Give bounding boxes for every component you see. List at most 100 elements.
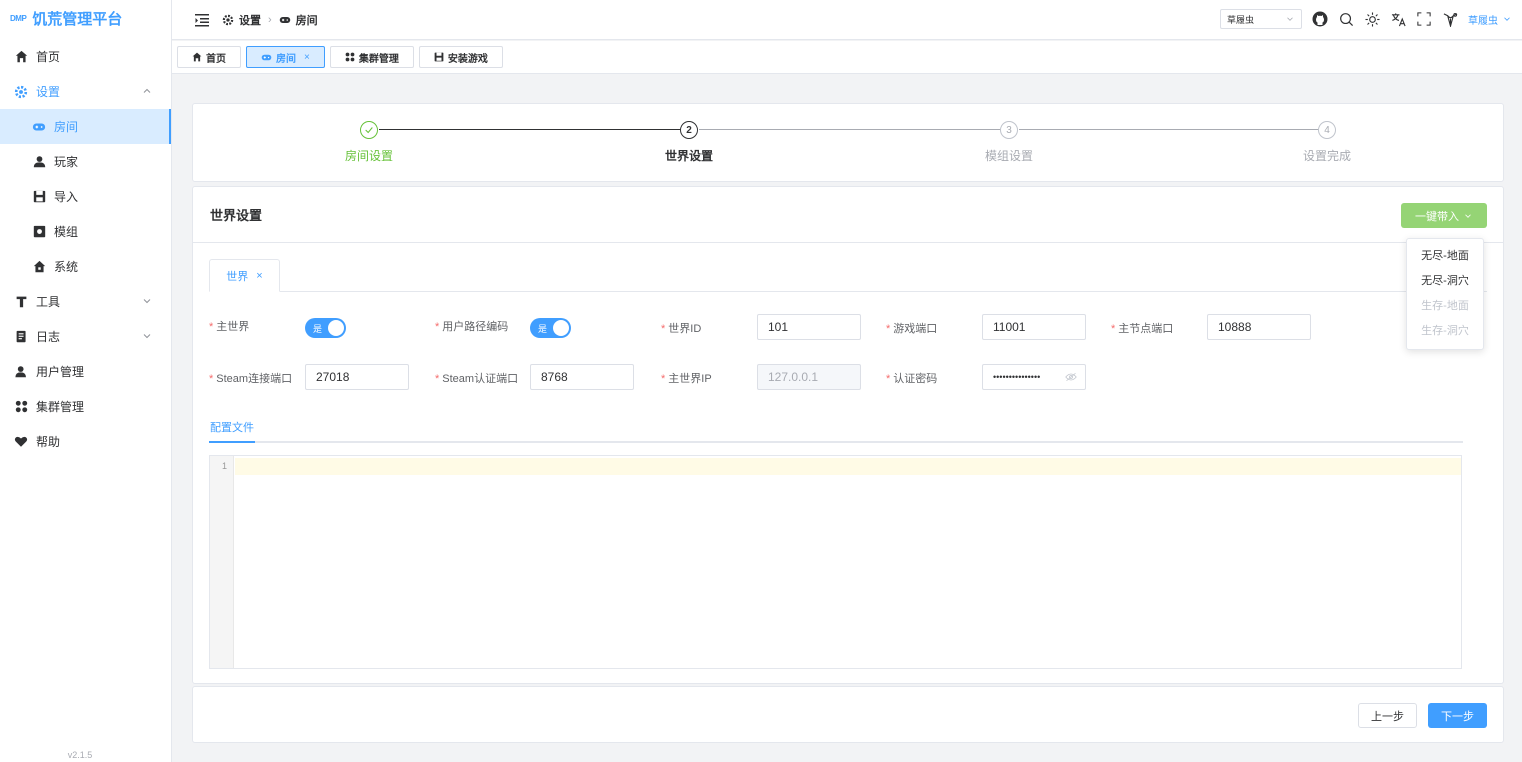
- chevron-down-icon: [1465, 213, 1471, 218]
- dropdown-item[interactable]: 无尽-洞穴: [1407, 269, 1483, 294]
- line-number: 1: [210, 456, 234, 668]
- cluster-select[interactable]: 草履虫: [1220, 9, 1302, 29]
- main-world-switch[interactable]: 是: [305, 318, 346, 338]
- step-label: 房间设置: [344, 149, 393, 163]
- sidebar-item-label: 导入: [54, 190, 79, 204]
- close-icon[interactable]: ×: [256, 270, 262, 282]
- switch-text: 是: [538, 323, 548, 334]
- logo[interactable]: DMP 饥荒管理平台: [0, 0, 171, 36]
- eye-off-icon[interactable]: [1065, 372, 1077, 382]
- fold-menu-icon[interactable]: [194, 12, 210, 28]
- field-label: * 主世界: [209, 321, 250, 333]
- sidebar-item-label: 帮助: [36, 435, 61, 449]
- prev-step-button[interactable]: 上一步: [1358, 703, 1417, 728]
- tab-config-file[interactable]: 配置文件: [209, 419, 255, 443]
- field-label: * 主世界IP: [661, 373, 712, 385]
- fullscreen-icon[interactable]: [1416, 11, 1432, 27]
- step-number: 2: [680, 121, 698, 139]
- step-number: 3: [1000, 121, 1018, 139]
- game-port-input[interactable]: 11001: [982, 314, 1086, 340]
- form-item-game-port: * 游戏端口: [886, 320, 937, 336]
- sidebar-item-settings[interactable]: 设置: [0, 74, 171, 109]
- sun-icon[interactable]: [1364, 11, 1380, 27]
- sidebar-item-system[interactable]: 系统: [0, 249, 171, 284]
- shirt-icon[interactable]: [1442, 11, 1458, 27]
- grid-icon: [345, 52, 355, 62]
- steps-card: 房间设置 2 世界设置 3 模组设置 4 设置完成: [192, 103, 1504, 182]
- sidebar-item-label: 工具: [36, 295, 61, 309]
- user-name: 草履虫: [1468, 15, 1498, 27]
- gamepad-icon: [261, 54, 272, 60]
- sidebar-item-room[interactable]: 房间: [0, 109, 171, 144]
- breadcrumb-separator: ›: [268, 13, 272, 26]
- master-port-input[interactable]: 10888: [1207, 314, 1311, 340]
- tag-home[interactable]: 首页: [177, 46, 241, 68]
- sidebar-item-user-management[interactable]: 用户管理: [0, 354, 171, 389]
- switch-knob: [553, 320, 569, 336]
- tag-cluster-management[interactable]: 集群管理: [329, 46, 414, 68]
- code-editor[interactable]: 1: [209, 455, 1462, 669]
- step-label: 设置完成: [1302, 149, 1351, 163]
- steam-conn-port-input[interactable]: 27018: [305, 364, 409, 390]
- sidebar-item-tools[interactable]: 工具: [0, 284, 171, 319]
- tab-label: 世界: [226, 270, 249, 283]
- heart-icon: [14, 435, 28, 449]
- field-label: * 游戏端口: [886, 323, 938, 335]
- form-item-master-port: * 主节点端口: [1111, 320, 1173, 336]
- sidebar-item-home[interactable]: 首页: [0, 39, 171, 74]
- switch-knob: [328, 320, 344, 336]
- sidebar-item-label: 系统: [54, 260, 79, 274]
- logo-mark: DMP: [10, 13, 27, 23]
- tags-view: 首页 房间 × 集群管理 安装游戏: [172, 41, 1522, 74]
- master-ip-input: 127.0.0.1: [757, 364, 861, 390]
- import-button-label: 一键带入: [1415, 210, 1459, 223]
- close-icon[interactable]: ×: [304, 52, 310, 63]
- sidebar-item-help[interactable]: 帮助: [0, 424, 171, 459]
- tag-room[interactable]: 房间 ×: [246, 46, 325, 68]
- field-label: * 认证密码: [886, 373, 938, 385]
- sidebar-item-mods[interactable]: 模组: [0, 214, 171, 249]
- sidebar-item-logs[interactable]: 日志: [0, 319, 171, 354]
- field-label: * Steam认证端口: [435, 373, 519, 385]
- sidebar-item-label: 设置: [36, 85, 61, 99]
- field-label: * 用户路径编码: [435, 321, 509, 333]
- one-click-import-button[interactable]: 一键带入: [1401, 203, 1487, 228]
- field-label: * 主节点端口: [1111, 323, 1174, 335]
- translate-icon[interactable]: [1390, 11, 1406, 27]
- step-label: 世界设置: [664, 149, 713, 163]
- save-icon: [32, 190, 46, 204]
- sidebar-item-label: 日志: [36, 330, 61, 344]
- chevron-down-icon: [143, 299, 151, 304]
- step-line: [1019, 129, 1319, 130]
- github-icon[interactable]: [1312, 11, 1328, 27]
- sidebar-item-players[interactable]: 玩家: [0, 144, 171, 179]
- chevron-down-icon: [143, 334, 151, 339]
- step-label: 模组设置: [984, 149, 1033, 163]
- dropdown-item: 生存-洞穴: [1421, 325, 1469, 337]
- world-id-input[interactable]: 101: [757, 314, 861, 340]
- world-tabs: 世界 ×: [209, 259, 1487, 292]
- auth-password-input[interactable]: •••••••••••••••: [982, 364, 1086, 390]
- gear-icon: [14, 85, 28, 99]
- tab-world[interactable]: 世界 ×: [209, 259, 280, 292]
- tag-install-game[interactable]: 安装游戏: [418, 46, 503, 68]
- sidebar-item-cluster-management[interactable]: 集群管理: [0, 389, 171, 424]
- user-menu[interactable]: 草履虫: [1468, 12, 1512, 27]
- sidebar-item-import[interactable]: 导入: [0, 179, 171, 214]
- path-encoding-switch[interactable]: 是: [530, 318, 571, 338]
- step-number: 4: [1318, 121, 1336, 139]
- header-toolbar: 草履虫 草履虫: [1220, 9, 1512, 29]
- chevron-down-icon: [1504, 17, 1510, 21]
- breadcrumb-item[interactable]: 设置: [239, 12, 261, 28]
- app-version: v2.1.5: [67, 750, 93, 760]
- gear-icon: [222, 14, 234, 25]
- search-icon[interactable]: [1338, 11, 1354, 27]
- next-step-button[interactable]: 下一步: [1428, 703, 1487, 728]
- user-icon: [14, 365, 28, 379]
- cluster-select-value: 草履虫: [1227, 14, 1255, 25]
- steam-auth-port-input[interactable]: 8768: [530, 364, 634, 390]
- dropdown-item[interactable]: 无尽-地面: [1407, 244, 1483, 269]
- field-label: * 世界ID: [661, 323, 702, 335]
- house-icon: [32, 260, 46, 274]
- tag-label: 首页: [206, 53, 226, 65]
